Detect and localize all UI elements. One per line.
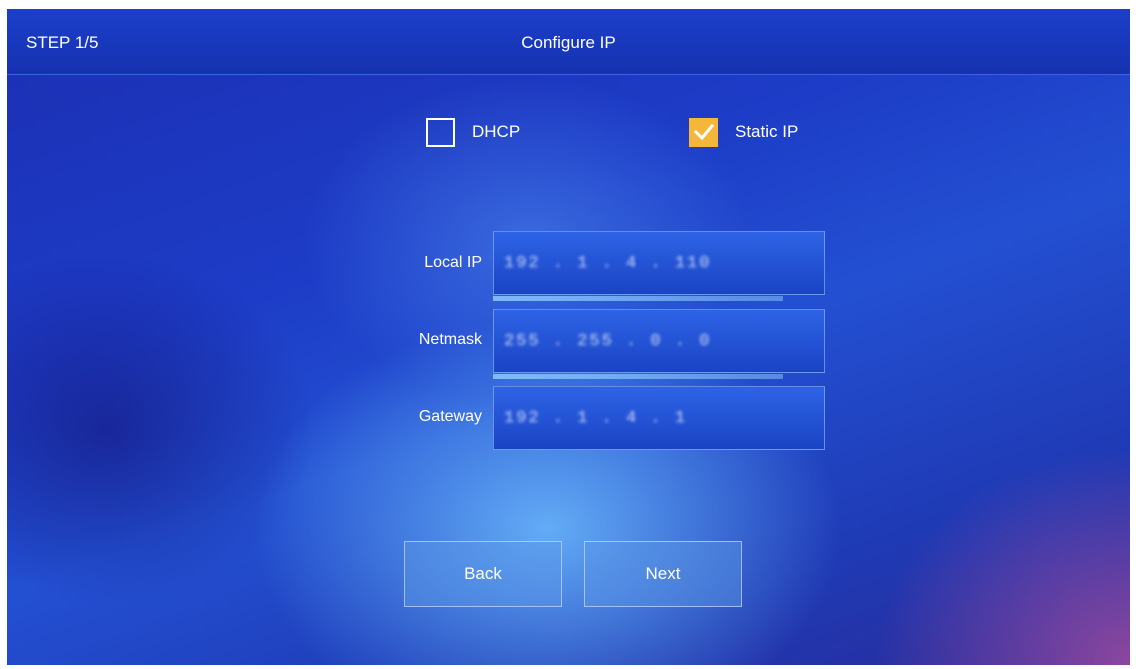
- local-ip-value: 192 . 1 . 4 . 110: [504, 253, 712, 273]
- gateway-value: 192 . 1 . 4 . 1: [504, 408, 688, 428]
- screen: STEP 1/5 Configure IP DHCP Static IP Loc…: [7, 9, 1130, 665]
- netmask-value: 255 . 255 . 0 . 0: [504, 331, 712, 351]
- checkmark-icon: [693, 123, 714, 141]
- local-ip-label: Local IP: [424, 254, 482, 271]
- next-button[interactable]: Next: [584, 541, 742, 607]
- netmask-label: Netmask: [418, 331, 482, 348]
- dhcp-checkbox[interactable]: [426, 117, 455, 147]
- header-bar: STEP 1/5 Configure IP: [7, 9, 1130, 75]
- field-divider: [493, 296, 783, 301]
- field-divider: [493, 374, 783, 379]
- dhcp-label: DHCP: [472, 122, 521, 141]
- gateway-label: Gateway: [418, 408, 482, 425]
- dhcp-option[interactable]: DHCP: [426, 117, 520, 147]
- static-ip-option[interactable]: Static IP: [689, 117, 798, 147]
- netmask-input[interactable]: 255 . 255 . 0 . 0: [493, 309, 825, 373]
- static-ip-label: Static IP: [735, 122, 799, 141]
- gateway-input[interactable]: 192 . 1 . 4 . 1: [493, 386, 825, 450]
- page-title: Configure IP: [521, 33, 616, 52]
- static-ip-checkbox[interactable]: [689, 117, 718, 147]
- local-ip-input[interactable]: 192 . 1 . 4 . 110: [493, 231, 825, 295]
- back-button[interactable]: Back: [404, 541, 562, 607]
